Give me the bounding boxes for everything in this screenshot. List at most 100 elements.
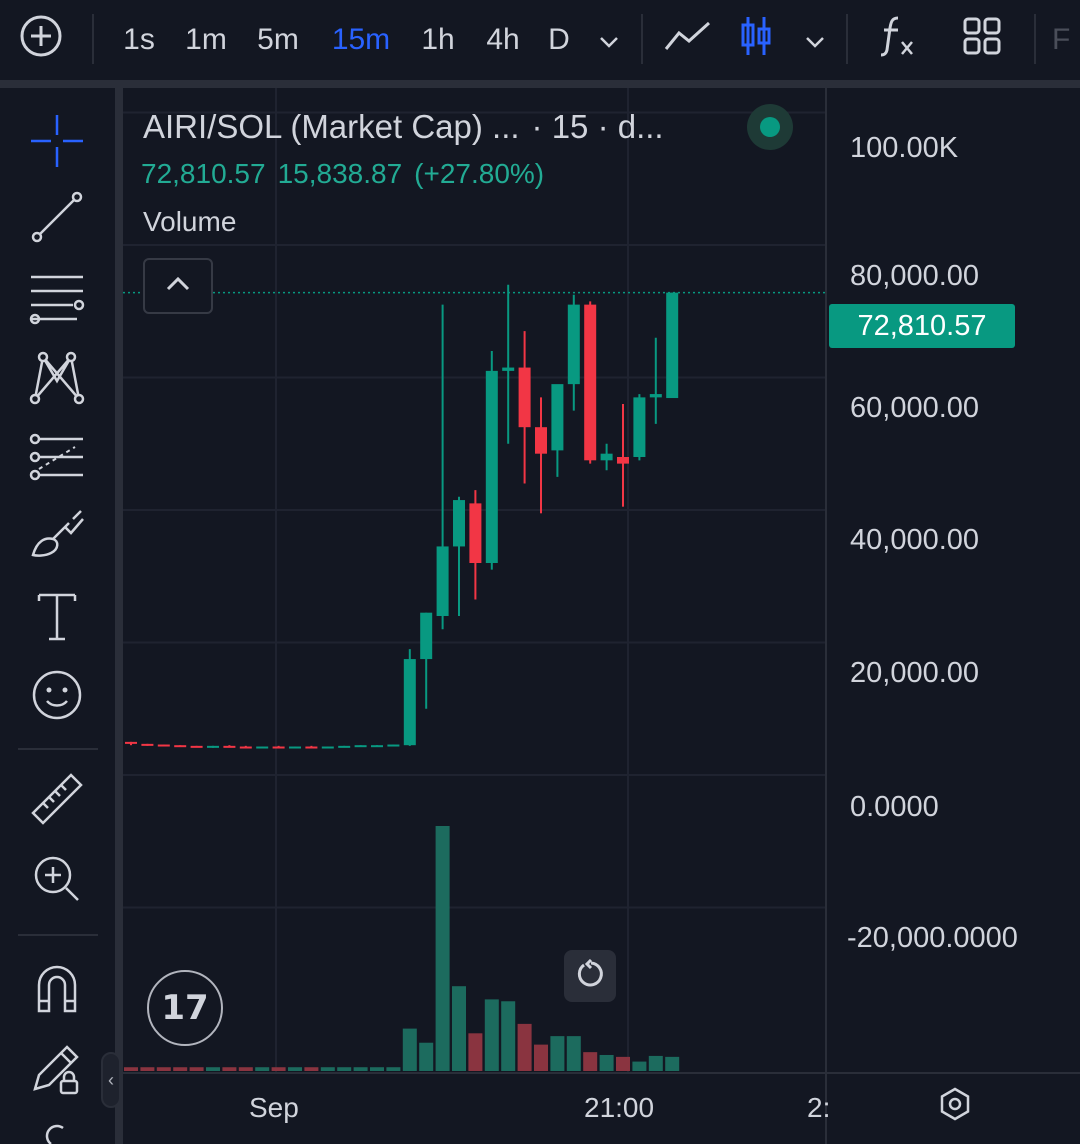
collapse-toolbar-button[interactable]: ‹ xyxy=(101,1052,121,1108)
crosshair-tool-button[interactable] xyxy=(22,108,92,178)
candlestick-icon xyxy=(739,14,773,66)
interval-5m[interactable]: 5m xyxy=(252,14,304,66)
candle-body xyxy=(551,384,564,451)
chart-pane[interactable]: AIRI/SOL (Market Cap) ... · 15 · d... 72,… xyxy=(123,88,1080,1144)
candle-body xyxy=(141,743,154,746)
interval-1s[interactable]: 1s xyxy=(118,14,160,66)
magnet-icon xyxy=(29,961,85,1022)
grid-layout-icon xyxy=(962,16,1002,64)
candle-body xyxy=(157,744,170,747)
legend-title[interactable]: AIRI/SOL (Market Cap) ... · 15 · d... xyxy=(143,108,664,146)
candle-body xyxy=(272,746,285,749)
smiley-icon xyxy=(29,667,85,728)
interval-4h[interactable]: 4h xyxy=(480,14,526,66)
volume-bar xyxy=(583,1052,598,1071)
volume-bar xyxy=(632,1061,647,1071)
indicators-button[interactable] xyxy=(872,14,920,66)
volume-bar xyxy=(468,1033,483,1071)
more-tools-button[interactable] xyxy=(22,1116,92,1144)
tradingview-logo[interactable]: 17 xyxy=(147,970,223,1046)
candle-body xyxy=(190,745,203,748)
volume-bar xyxy=(566,1036,581,1071)
candle-body xyxy=(207,745,219,748)
candles-chart-type-button[interactable] xyxy=(736,14,776,66)
intervals-dropdown[interactable] xyxy=(592,14,626,66)
magnet-button[interactable] xyxy=(22,956,92,1026)
line-chart-type-button[interactable] xyxy=(660,14,716,66)
line-chart-icon xyxy=(663,19,713,61)
plus-circle-icon xyxy=(19,14,63,66)
text-icon xyxy=(29,589,85,650)
fib-tool-button[interactable] xyxy=(22,264,92,334)
volume-bar xyxy=(402,1028,417,1071)
interval-1m[interactable]: 1m xyxy=(180,14,232,66)
trend-line-tool-button[interactable] xyxy=(22,184,92,254)
legend-change-pct: (+27.80%) xyxy=(414,158,545,189)
volume-bar xyxy=(222,1067,237,1071)
volume-bar xyxy=(320,1067,335,1071)
volume-bar xyxy=(271,1067,286,1071)
ruler-icon xyxy=(29,771,85,832)
candle-body xyxy=(436,546,449,616)
horizontal-lines-icon xyxy=(29,269,85,330)
chart-settings-button[interactable] xyxy=(935,1086,975,1126)
candle-body xyxy=(600,453,613,461)
chevron-down-icon xyxy=(804,23,826,57)
volume-indicator-label[interactable]: Volume xyxy=(143,206,236,238)
legend-collapse-button[interactable] xyxy=(143,258,213,314)
volume-bar xyxy=(353,1067,368,1071)
market-status-indicator[interactable] xyxy=(747,104,793,150)
candle-body xyxy=(535,427,547,454)
zoom-in-icon xyxy=(29,851,85,912)
legend-change: 15,838.87 xyxy=(277,158,403,189)
lock-drawings-button[interactable] xyxy=(22,1036,92,1106)
volume-bar xyxy=(616,1056,630,1071)
candle-body xyxy=(174,745,187,748)
tv-logo-icon: 17 xyxy=(161,988,209,1028)
interval-15m[interactable]: 15m xyxy=(326,14,396,66)
reset-chart-button[interactable] xyxy=(564,950,616,1002)
forecast-tool-button[interactable] xyxy=(22,424,92,494)
volume-bar xyxy=(550,1036,565,1071)
measure-tool-button[interactable] xyxy=(22,766,92,836)
volume-bar xyxy=(386,1067,401,1071)
candle-body xyxy=(305,746,318,749)
candle-body xyxy=(584,304,597,461)
candle-body xyxy=(485,370,498,563)
zoom-in-button[interactable] xyxy=(22,846,92,916)
top-toolbar: 1s 1m 5m 15m 1h 4h D F xyxy=(0,0,1080,80)
chart-type-dropdown[interactable] xyxy=(798,14,832,66)
candle-body xyxy=(518,367,531,428)
volume-bar xyxy=(648,1055,663,1071)
drawing-toolbar xyxy=(0,88,115,1144)
candle-body xyxy=(453,500,465,547)
interval-1h[interactable]: 1h xyxy=(416,14,460,66)
pattern-tool-button[interactable] xyxy=(22,344,92,414)
layout-button[interactable] xyxy=(958,14,1006,66)
volume-bar xyxy=(501,1001,516,1071)
volume-bar xyxy=(435,826,450,1071)
price-axis-label: 0.0000 xyxy=(850,791,939,823)
time-axis-label: 21:00 xyxy=(584,1092,655,1123)
text-tool-button[interactable] xyxy=(22,584,92,654)
price-axis-label: -20,000.0000 xyxy=(847,922,1018,954)
brush-tool-button[interactable] xyxy=(22,504,92,574)
price-axis-label: 40,000.00 xyxy=(850,524,980,556)
add-symbol-button[interactable] xyxy=(16,14,66,66)
candle-body xyxy=(617,457,629,464)
interval-d[interactable]: D xyxy=(544,14,574,66)
chevron-left-icon: ‹ xyxy=(108,1069,114,1090)
partial-tool-icon xyxy=(29,1116,85,1144)
volume-bar xyxy=(288,1067,302,1071)
volume-bar xyxy=(124,1067,138,1071)
chevron-down-icon xyxy=(598,23,620,57)
candle-body xyxy=(371,745,383,748)
time-axis-label: 2: xyxy=(807,1092,831,1123)
candle-body xyxy=(354,745,367,748)
more-toolbar-items[interactable]: F xyxy=(1052,14,1080,66)
emoji-tool-button[interactable] xyxy=(22,662,92,732)
pencil-lock-icon xyxy=(29,1041,85,1102)
partial-icon: F xyxy=(1052,23,1071,56)
volume-bar xyxy=(484,999,499,1071)
legend-resolution: · 15 · d... xyxy=(531,108,664,145)
